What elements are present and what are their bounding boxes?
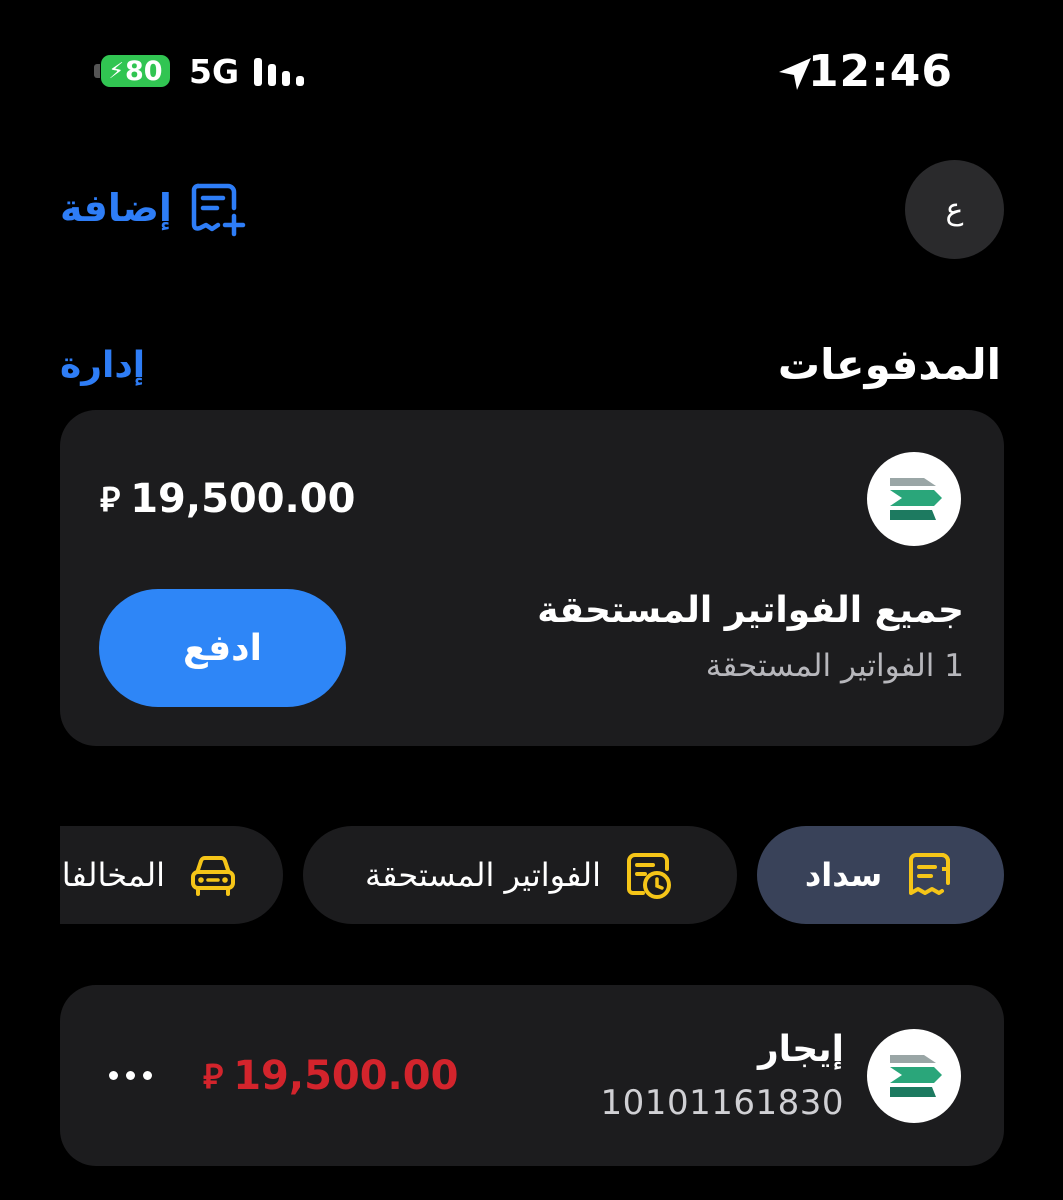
sadad-receipt-icon bbox=[909, 853, 951, 895]
bill-amount-value: 19,500.00 bbox=[233, 1053, 459, 1099]
status-time: 12:46 bbox=[807, 46, 953, 97]
more-dots-icon[interactable] bbox=[100, 1045, 160, 1105]
due-bills-clock-icon bbox=[626, 853, 671, 899]
biller-logo-icon bbox=[867, 1029, 961, 1123]
biller-logo-graphic bbox=[890, 478, 942, 520]
signal-bars-icon bbox=[254, 58, 304, 86]
pay-button[interactable]: ادفع bbox=[99, 589, 346, 707]
add-bill-icon bbox=[191, 183, 246, 237]
dot bbox=[142, 1070, 152, 1080]
dot bbox=[108, 1070, 118, 1080]
category-chips: سداد الفواتير المستحقة المخالفات bbox=[60, 826, 1004, 924]
manage-link[interactable]: إدارة bbox=[60, 345, 145, 386]
all-due-bills-title: جميع الفواتير المستحقة bbox=[537, 590, 964, 631]
bill-name: إيجار bbox=[757, 1029, 844, 1070]
bill-amount: ⃁ 19,500.00 bbox=[203, 1053, 458, 1099]
chip-due-bills[interactable]: الفواتير المستحقة bbox=[303, 826, 737, 924]
profile-avatar[interactable]: ع bbox=[905, 160, 1004, 259]
total-due-amount: ⃁ 19,500.00 bbox=[100, 476, 355, 522]
battery-level: 80 bbox=[124, 55, 163, 87]
chip-sadad-label: سداد bbox=[804, 856, 883, 894]
riyal-currency-icon: ⃁ bbox=[203, 1057, 224, 1097]
due-bills-count: 1 الفواتير المستحقة bbox=[705, 648, 964, 684]
add-bill-label: إضافة bbox=[60, 186, 172, 230]
battery-indicator: ⚡ 80 bbox=[94, 55, 170, 87]
battery-nub bbox=[94, 64, 100, 78]
chip-violations[interactable]: المخالفات bbox=[60, 826, 283, 924]
dot bbox=[125, 1070, 135, 1080]
charging-bolt-icon: ⚡ bbox=[108, 58, 124, 84]
total-due-value: 19,500.00 bbox=[130, 476, 356, 522]
add-bill-button[interactable]: إضافة bbox=[60, 178, 248, 238]
chip-sadad[interactable]: سداد bbox=[757, 826, 1004, 924]
payments-title: المدفوعات bbox=[777, 340, 1001, 389]
riyal-currency-icon: ⃁ bbox=[100, 480, 121, 520]
bill-account-number: 10101161830 bbox=[600, 1083, 844, 1123]
status-bar: ⚡ 80 5G 12:46 bbox=[0, 46, 1063, 98]
car-icon bbox=[191, 856, 235, 896]
network-type: 5G bbox=[189, 52, 240, 91]
payments-screen: ⚡ 80 5G 12:46 إضافة ع المدفوعات إدارة bbox=[0, 0, 1063, 1200]
bill-card[interactable]: إيجار 10101161830 ⃁ 19,500.00 bbox=[60, 985, 1004, 1166]
battery-charging-icon: ⚡ 80 bbox=[101, 55, 170, 87]
biller-logo-graphic bbox=[890, 1055, 942, 1097]
due-bills-summary-card[interactable]: ⃁ 19,500.00 جميع الفواتير المستحقة 1 الف… bbox=[60, 410, 1004, 746]
biller-logo-icon bbox=[867, 452, 961, 546]
chip-due-bills-label: الفواتير المستحقة bbox=[365, 856, 601, 894]
chip-violations-label: المخالفات bbox=[60, 856, 165, 894]
